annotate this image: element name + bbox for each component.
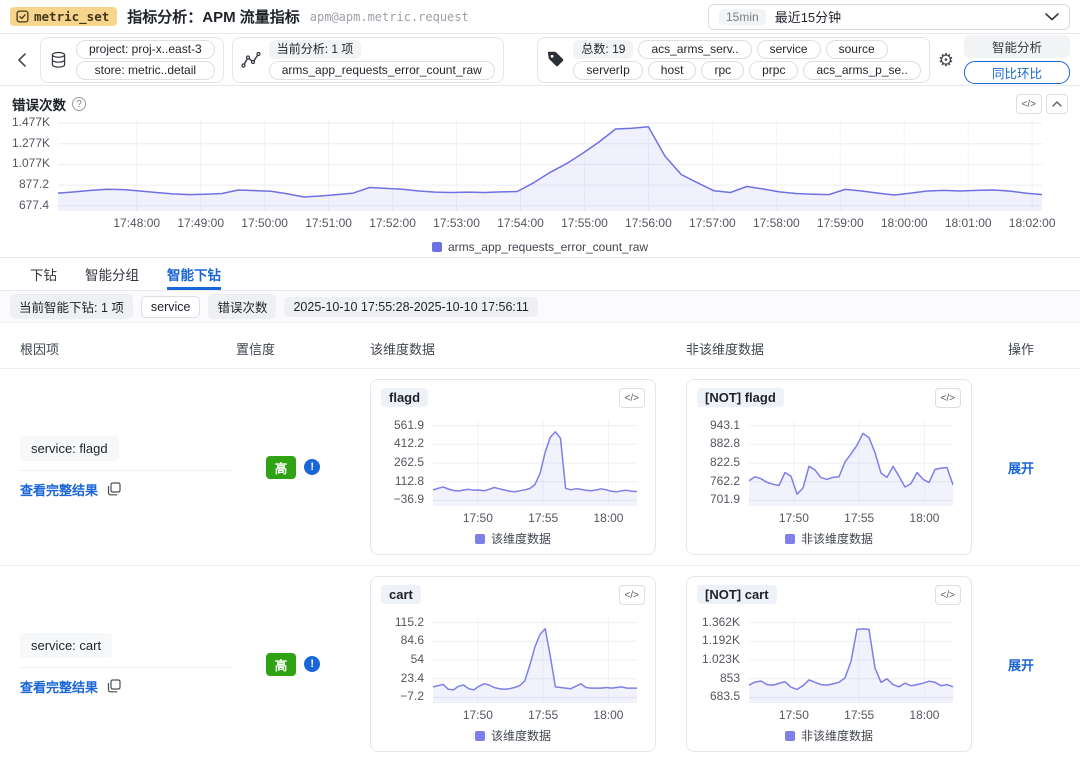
code-icon[interactable]: </> bbox=[1016, 94, 1042, 114]
chart-legend: 非该维度数据 bbox=[697, 530, 961, 547]
dimension-pill[interactable]: service bbox=[141, 296, 201, 318]
time-range-label: 最近15分钟 bbox=[775, 7, 841, 26]
tag-pill[interactable]: acs_arms_p_se.. bbox=[803, 61, 920, 80]
chart-title: 错误次数 bbox=[12, 94, 66, 114]
metric-set-label: metric_set bbox=[34, 9, 109, 24]
ai-analysis-button[interactable]: 智能分析 bbox=[964, 35, 1070, 58]
collapse-icon[interactable] bbox=[1046, 94, 1068, 114]
card-title: [NOT] flagd bbox=[697, 388, 784, 407]
code-icon[interactable]: </> bbox=[935, 388, 961, 408]
tab-smart-drilldown[interactable]: 智能下钻 bbox=[167, 258, 221, 290]
code-icon[interactable]: </> bbox=[619, 388, 645, 408]
datasource-group: project: proj-x..east-3 store: metric..d… bbox=[40, 37, 224, 83]
store-pill[interactable]: store: metric..detail bbox=[76, 61, 215, 80]
metric-name-pill[interactable]: arms_app_requests_error_count_raw bbox=[269, 61, 495, 80]
page-subtitle: apm@apm.metric.request bbox=[310, 10, 469, 24]
not-dimension-chart: 17:5017:5518:001.362K1.192K1.023K853683.… bbox=[697, 611, 961, 745]
dimension-chart: 17:5017:5518:00115.284.65423.4−7.2该维度数据 bbox=[381, 611, 645, 745]
checkbox-icon bbox=[16, 10, 29, 23]
card-title: flagd bbox=[381, 388, 428, 407]
copy-icon[interactable] bbox=[107, 679, 121, 693]
metric-filter-pill[interactable]: 错误次数 bbox=[208, 294, 276, 319]
info-icon[interactable]: ! bbox=[304, 459, 320, 475]
col-confidence: 置信度 bbox=[236, 339, 350, 358]
col-not-dimension-data: 非该维度数据 bbox=[680, 339, 990, 358]
drilldown-count-pill: 当前智能下钻: 1 项 bbox=[10, 294, 133, 319]
project-pill[interactable]: project: proj-x..east-3 bbox=[76, 40, 215, 59]
analysis-count-pill: 当前分析: 1 项 bbox=[269, 40, 362, 59]
chevron-left-icon bbox=[17, 53, 26, 67]
expand-link[interactable]: 展开 bbox=[1008, 458, 1034, 477]
settings-gear-icon[interactable]: ⚙ bbox=[938, 51, 954, 69]
filter-bar: 当前智能下钻: 1 项 service 错误次数 2025-10-10 17:5… bbox=[0, 291, 1080, 323]
code-icon[interactable]: </> bbox=[619, 585, 645, 605]
view-full-result-link[interactable]: 查看完整结果 bbox=[20, 677, 98, 696]
tags-group: 总数: 19 acs_arms_serv.. service source se… bbox=[537, 37, 929, 83]
main-chart: 17:48:0017:49:0017:50:0017:51:0017:52:00… bbox=[12, 115, 1068, 255]
dimension-chart-card: cart </> 17:5017:5518:00115.284.65423.4−… bbox=[370, 576, 656, 752]
chart-legend: arms_app_requests_error_count_raw bbox=[12, 240, 1068, 254]
page-title: 指标分析：APM 流量指标 bbox=[127, 6, 300, 27]
help-icon[interactable]: ? bbox=[72, 97, 86, 111]
metric-set-badge[interactable]: metric_set bbox=[10, 7, 117, 26]
card-title: cart bbox=[381, 585, 421, 604]
root-cause-pill: service: flagd bbox=[20, 436, 119, 461]
table-row: service: flagd 查看完整结果 高 ! flagd </> 17:5… bbox=[0, 369, 1080, 566]
back-button[interactable] bbox=[10, 49, 32, 71]
time-range-badge: 15min bbox=[719, 9, 766, 25]
divider bbox=[20, 470, 232, 471]
not-dimension-chart: 17:5017:5518:00943.1882.8822.5762.2701.9… bbox=[697, 414, 961, 548]
chart-legend: 该维度数据 bbox=[381, 530, 645, 547]
table-row: service: cart 查看完整结果 高 ! cart </> 17:501… bbox=[0, 566, 1080, 758]
confidence-badge: 高 bbox=[266, 456, 297, 479]
tag-pill[interactable]: rpc bbox=[701, 61, 744, 80]
top-bar: metric_set 指标分析：APM 流量指标 apm@apm.metric.… bbox=[0, 0, 1080, 34]
tab-bar: 下钻 智能分组 智能下钻 bbox=[0, 258, 1080, 291]
tag-pill[interactable]: prpc bbox=[749, 61, 798, 80]
chart-legend: 非该维度数据 bbox=[697, 727, 961, 744]
not-dimension-chart-card: [NOT] flagd </> 17:5017:5518:00943.1882.… bbox=[686, 379, 972, 555]
compare-button[interactable]: 同比环比 bbox=[964, 61, 1070, 84]
tag-pill[interactable]: serverIp bbox=[573, 61, 642, 80]
dimension-chart: 17:5017:5518:00561.9412.2262.5112.8−36.9… bbox=[381, 414, 645, 548]
tag-pill[interactable]: host bbox=[648, 61, 697, 80]
col-actions: 操作 bbox=[990, 339, 1080, 358]
analysis-group: 当前分析: 1 项 arms_app_requests_error_count_… bbox=[232, 37, 504, 83]
card-title: [NOT] cart bbox=[697, 585, 777, 604]
chevron-down-icon bbox=[1045, 13, 1059, 21]
tag-pill[interactable]: source bbox=[826, 40, 888, 59]
col-root-cause: 根因项 bbox=[0, 339, 236, 358]
code-icon[interactable]: </> bbox=[935, 585, 961, 605]
database-icon bbox=[49, 50, 68, 70]
toolbar: project: proj-x..east-3 store: metric..d… bbox=[0, 34, 1080, 86]
expand-link[interactable]: 展开 bbox=[1008, 655, 1034, 674]
table-header: 根因项 置信度 该维度数据 非该维度数据 操作 bbox=[0, 329, 1080, 369]
copy-icon[interactable] bbox=[107, 482, 121, 496]
view-full-result-link[interactable]: 查看完整结果 bbox=[20, 480, 98, 499]
info-icon[interactable]: ! bbox=[304, 656, 320, 672]
confidence-badge: 高 bbox=[266, 653, 297, 676]
root-cause-pill: service: cart bbox=[20, 633, 112, 658]
main-chart-panel: 错误次数 ? </> 17:48:0017:49:0017:50:0017:51… bbox=[0, 86, 1080, 258]
time-range-select[interactable]: 15min 最近15分钟 bbox=[708, 4, 1070, 30]
tag-count-pill: 总数: 19 bbox=[573, 40, 633, 59]
chart-legend: 该维度数据 bbox=[381, 727, 645, 744]
divider bbox=[20, 667, 232, 668]
line-chart-icon bbox=[241, 51, 261, 69]
tag-pill[interactable]: service bbox=[757, 40, 821, 59]
tag-icon bbox=[546, 50, 565, 69]
not-dimension-chart-card: [NOT] cart </> 17:5017:5518:001.362K1.19… bbox=[686, 576, 972, 752]
time-window-pill[interactable]: 2025-10-10 17:55:28-2025-10-10 17:56:11 bbox=[284, 297, 537, 317]
col-dimension-data: 该维度数据 bbox=[350, 339, 680, 358]
tab-smart-grouping[interactable]: 智能分组 bbox=[85, 258, 139, 290]
tab-drilldown[interactable]: 下钻 bbox=[30, 258, 57, 290]
dimension-chart-card: flagd </> 17:5017:5518:00561.9412.2262.5… bbox=[370, 379, 656, 555]
tag-pill[interactable]: acs_arms_serv.. bbox=[638, 40, 751, 59]
